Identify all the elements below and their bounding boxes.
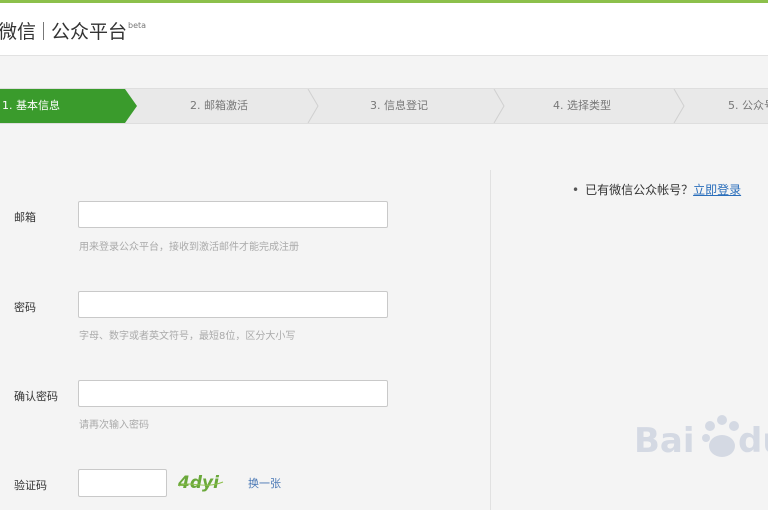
email-field[interactable] bbox=[78, 201, 388, 228]
brand-name: 微信 bbox=[0, 21, 37, 43]
step-4-label: 4. 选择类型 bbox=[553, 99, 611, 112]
step-separator-icon bbox=[306, 89, 320, 123]
step-3-label: 3. 信息登记 bbox=[370, 99, 428, 112]
logo[interactable]: 微信 公众平台beta bbox=[0, 17, 146, 44]
page-header: 微信 公众平台beta bbox=[0, 3, 768, 56]
step-1: 1. 基本信息 bbox=[0, 89, 125, 123]
confirm-password-label: 确认密码 bbox=[14, 390, 58, 403]
logo-separator bbox=[43, 22, 45, 40]
svg-text:du: du bbox=[738, 421, 768, 461]
svg-text:Bai: Bai bbox=[634, 421, 695, 461]
column-divider bbox=[490, 170, 491, 510]
email-label: 邮箱 bbox=[14, 211, 36, 224]
registration-steps: 1. 基本信息 2. 邮箱激活 3. 信息登记 4. 选择类型 5. 公众号信息 bbox=[0, 88, 768, 124]
beta-badge: beta bbox=[128, 21, 147, 30]
captcha-text: 4dyi bbox=[177, 473, 220, 493]
step-5-label: 5. 公众号信息 bbox=[728, 99, 768, 112]
bullet-icon: • bbox=[572, 183, 580, 197]
confirm-password-field[interactable] bbox=[78, 380, 388, 407]
step-1-label: 1. 基本信息 bbox=[2, 99, 60, 112]
step-separator-icon bbox=[492, 89, 506, 123]
step-3: 3. 信息登记 bbox=[370, 89, 428, 123]
existing-account-question: 已有微信公众帐号？ bbox=[585, 183, 694, 197]
step-separator-icon bbox=[672, 89, 686, 123]
confirm-password-hint: 请再次输入密码 bbox=[79, 420, 149, 431]
email-hint: 用来登录公众平台，接收到激活邮件才能完成注册 bbox=[79, 242, 299, 253]
password-label: 密码 bbox=[14, 301, 36, 314]
active-step-arrow bbox=[125, 89, 137, 123]
existing-account-note: • 已有微信公众帐号？立即登录 bbox=[572, 181, 741, 198]
captcha-refresh-link[interactable]: 换一张 bbox=[248, 475, 281, 491]
password-hint: 字母、数字或者英文符号，最短8位，区分大小写 bbox=[79, 331, 296, 342]
step-2: 2. 邮箱激活 bbox=[190, 89, 248, 123]
product-name: 公众平台 bbox=[51, 21, 128, 43]
login-link[interactable]: 立即登录 bbox=[693, 183, 741, 197]
step-2-label: 2. 邮箱激活 bbox=[190, 99, 248, 112]
step-5: 5. 公众号信息 bbox=[728, 89, 768, 123]
captcha-label: 验证码 bbox=[14, 479, 47, 492]
watermark: Bai du bbox=[634, 408, 768, 468]
captcha-field[interactable] bbox=[78, 469, 167, 497]
paw-icon bbox=[702, 415, 739, 457]
password-field[interactable] bbox=[78, 291, 388, 318]
captcha-image[interactable]: 4dyi bbox=[177, 470, 227, 494]
step-4: 4. 选择类型 bbox=[553, 89, 611, 123]
